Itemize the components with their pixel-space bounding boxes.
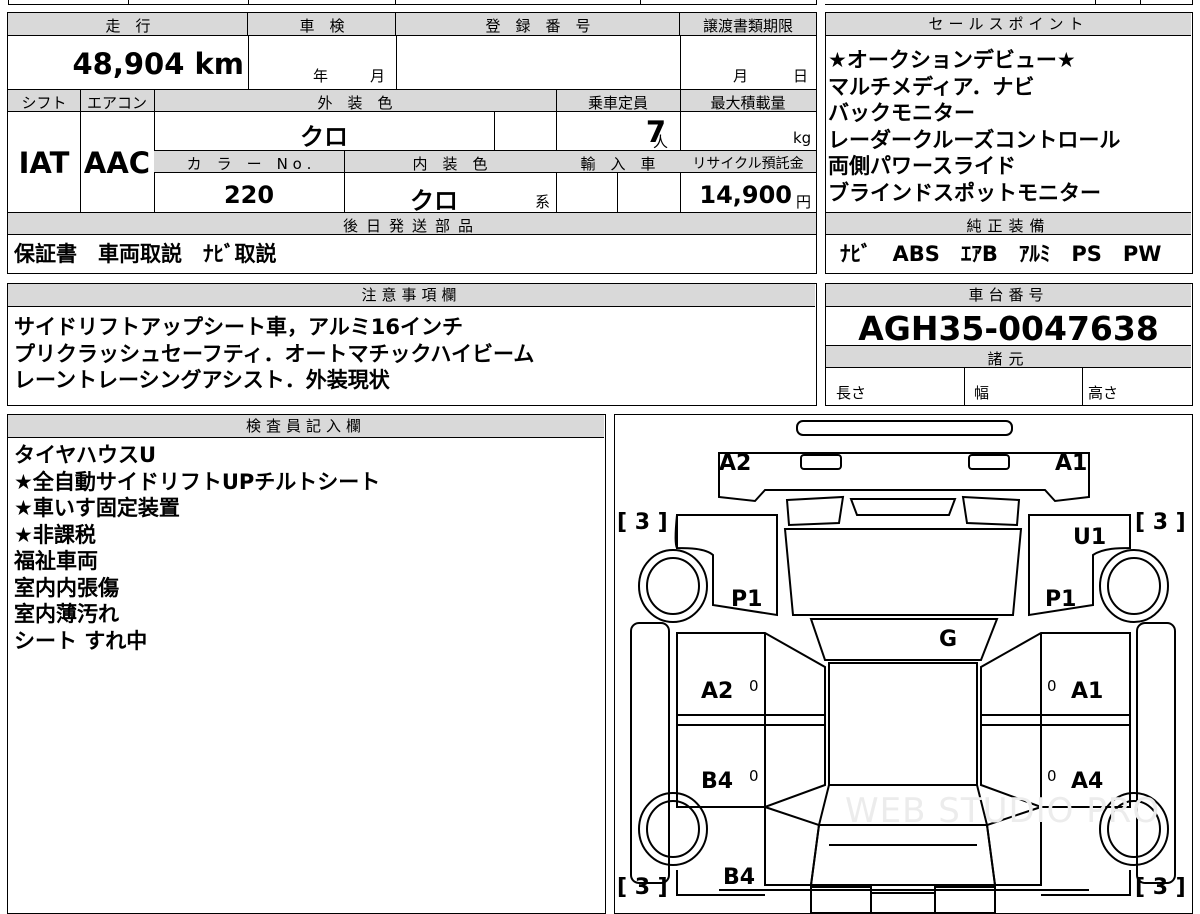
note-line: サイドリフトアップシート車，アルミ16インチ	[14, 315, 464, 339]
ac-value: AAC	[83, 146, 151, 180]
capacity-label: 乗車定員	[587, 94, 648, 112]
inspector-panel: 検査員記入欄 タイヤハウスU ★全自動サイドリフトUPチルトシート ★車いす固定装置…	[7, 414, 606, 914]
sales-point-item: バックモニター	[828, 101, 975, 125]
import-label: 輸 入 車	[580, 155, 656, 173]
length-label: 長さ	[836, 384, 867, 402]
mark-left-rear-door: B4	[701, 769, 734, 794]
interior-color-value: クロ	[410, 187, 458, 215]
genuine-equipment-title: 純正装備	[966, 217, 1051, 235]
inspection-label: 車 検	[299, 17, 345, 35]
interior-color-suffix: 系	[535, 193, 551, 211]
mark-windshield: G	[939, 627, 958, 652]
zero-left-rear: 0	[749, 767, 759, 785]
vehicle-info-panel: 走 行 車 検 登 録 番 号 譲渡書類期限 48,904 km 年 月 月 日…	[7, 12, 817, 274]
chassis-number: AGH35-0047638	[858, 309, 1159, 348]
transfer-deadline-label: 譲渡書類期限	[702, 17, 793, 35]
exterior-color-value: クロ	[300, 123, 348, 151]
mileage-label: 走 行	[105, 17, 151, 35]
color-no-label: カ ラ ー N o .	[186, 155, 312, 173]
mark-right-fender-p: P1	[1045, 587, 1077, 612]
mark-front-right: A1	[1055, 451, 1088, 476]
mark-right-front-door: A1	[1071, 679, 1104, 704]
capacity-value: 7	[645, 115, 666, 149]
note-line: プリクラッシュセーフティ．オートマチックハイビーム	[14, 341, 535, 366]
sales-point-item: ブラインドスポットモニター	[828, 180, 1101, 205]
registration-label: 登 録 番 号	[485, 17, 591, 35]
later-parts-value: 保証書 車両取説 ﾅﾋﾞ取説	[14, 242, 277, 266]
inspector-line: ★非課税	[14, 522, 96, 547]
mark-left-front-door: A2	[701, 679, 734, 704]
mark-tire-rr: [ 3 ]	[1135, 875, 1186, 900]
zero-right-front: 0	[1047, 677, 1057, 695]
damage-diagram: A2 A1 [ 3 ] [ 3 ] U1 P1 P1 G A2 0 A1 0 B…	[614, 414, 1193, 914]
recycle-unit: 円	[796, 193, 812, 211]
mark-tire-fr: [ 3 ]	[1135, 510, 1186, 535]
inspector-line: シート すれ中	[14, 628, 148, 653]
sales-points-panel: セールスポイント ★オークションデビュー★ マルチメディア．ナビ バックモニター レー…	[825, 12, 1193, 274]
notes-title: 注意事項欄	[8, 284, 815, 307]
genuine-equipment-value: ﾅﾋﾞ ABS ｴｱB ｱﾙﾐ PS PW	[840, 242, 1162, 266]
sales-point-item: ★オークションデビュー★	[828, 48, 1076, 72]
specs-title: 諸元	[987, 350, 1030, 368]
inspector-title: 検査員記入欄	[8, 415, 604, 438]
mark-tire-rl: [ 3 ]	[617, 875, 668, 900]
inspector-line: 室内内張傷	[14, 575, 119, 600]
shift-value: IAT	[18, 146, 70, 180]
width-label: 幅	[974, 384, 990, 402]
chassis-panel: 車台番号 AGH35-0047638 諸元 長さ 幅 高さ	[825, 283, 1193, 406]
recycle-label: リサイクル預託金	[692, 156, 804, 172]
max-load-unit: kg	[793, 129, 812, 147]
sales-point-item: レーダークルーズコントロール	[828, 127, 1121, 152]
mark-front-left: A2	[719, 451, 752, 476]
notes-list: サイドリフトアップシート車，アルミ16インチ プリクラッシュセーフティ．オートマチ…	[14, 314, 804, 394]
mileage-value: 48,904 km	[72, 47, 244, 81]
color-no-value: 220	[223, 181, 275, 209]
max-load-label: 最大積載量	[710, 94, 786, 112]
capacity-unit: 人	[653, 133, 669, 151]
car-outline	[630, 420, 1176, 913]
inspection-year: 年	[313, 67, 329, 85]
later-parts-title: 後日発送部品	[342, 217, 481, 235]
zero-right-rear: 0	[1047, 767, 1057, 785]
recycle-value: 14,900	[699, 181, 792, 209]
sales-points-title: セールスポイント	[826, 13, 1191, 36]
transfer-day: 日	[793, 67, 809, 85]
chassis-title: 車台番号	[826, 284, 1191, 307]
height-label: 高さ	[1088, 384, 1119, 402]
note-line: レーントレーシングアシスト．外装現状	[14, 368, 390, 392]
mark-rear-left: B4	[723, 865, 756, 890]
notes-panel: 注意事項欄 サイドリフトアップシート車，アルミ16インチ プリクラッシュセーフティ…	[7, 283, 817, 406]
transfer-month: 月	[733, 67, 749, 85]
sales-points-list: ★オークションデビュー★ マルチメディア．ナビ バックモニター レーダークルーズコント…	[828, 47, 1188, 206]
inspector-list: タイヤハウスU ★全自動サイドリフトUPチルトシート ★車いす固定装置 ★非課税 福祉車…	[14, 442, 594, 654]
ac-label: エアコン	[86, 94, 147, 112]
mark-tire-fl: [ 3 ]	[617, 510, 668, 535]
inspector-line: ★車いす固定装置	[14, 496, 180, 520]
sales-point-item: 両側パワースライド	[828, 154, 1016, 178]
inspector-line: タイヤハウスU	[14, 443, 157, 467]
sales-point-item: マルチメディア．ナビ	[828, 74, 1035, 99]
zero-left-front: 0	[749, 677, 759, 695]
mark-right-fender: U1	[1073, 525, 1107, 550]
watermark: WEB STUDIO PRO	[845, 791, 1161, 831]
exterior-color-label: 外 装 色	[317, 94, 393, 112]
inspector-line: 室内薄汚れ	[14, 602, 119, 626]
inspection-month: 月	[370, 67, 386, 85]
inspector-line: 福祉車両	[14, 549, 98, 573]
top-strip	[0, 0, 1200, 6]
shift-label: シフト	[21, 94, 67, 112]
interior-color-label: 内 装 色	[412, 155, 488, 173]
mark-left-fender-p: P1	[731, 587, 763, 612]
inspector-line: ★全自動サイドリフトUPチルトシート	[14, 469, 381, 494]
